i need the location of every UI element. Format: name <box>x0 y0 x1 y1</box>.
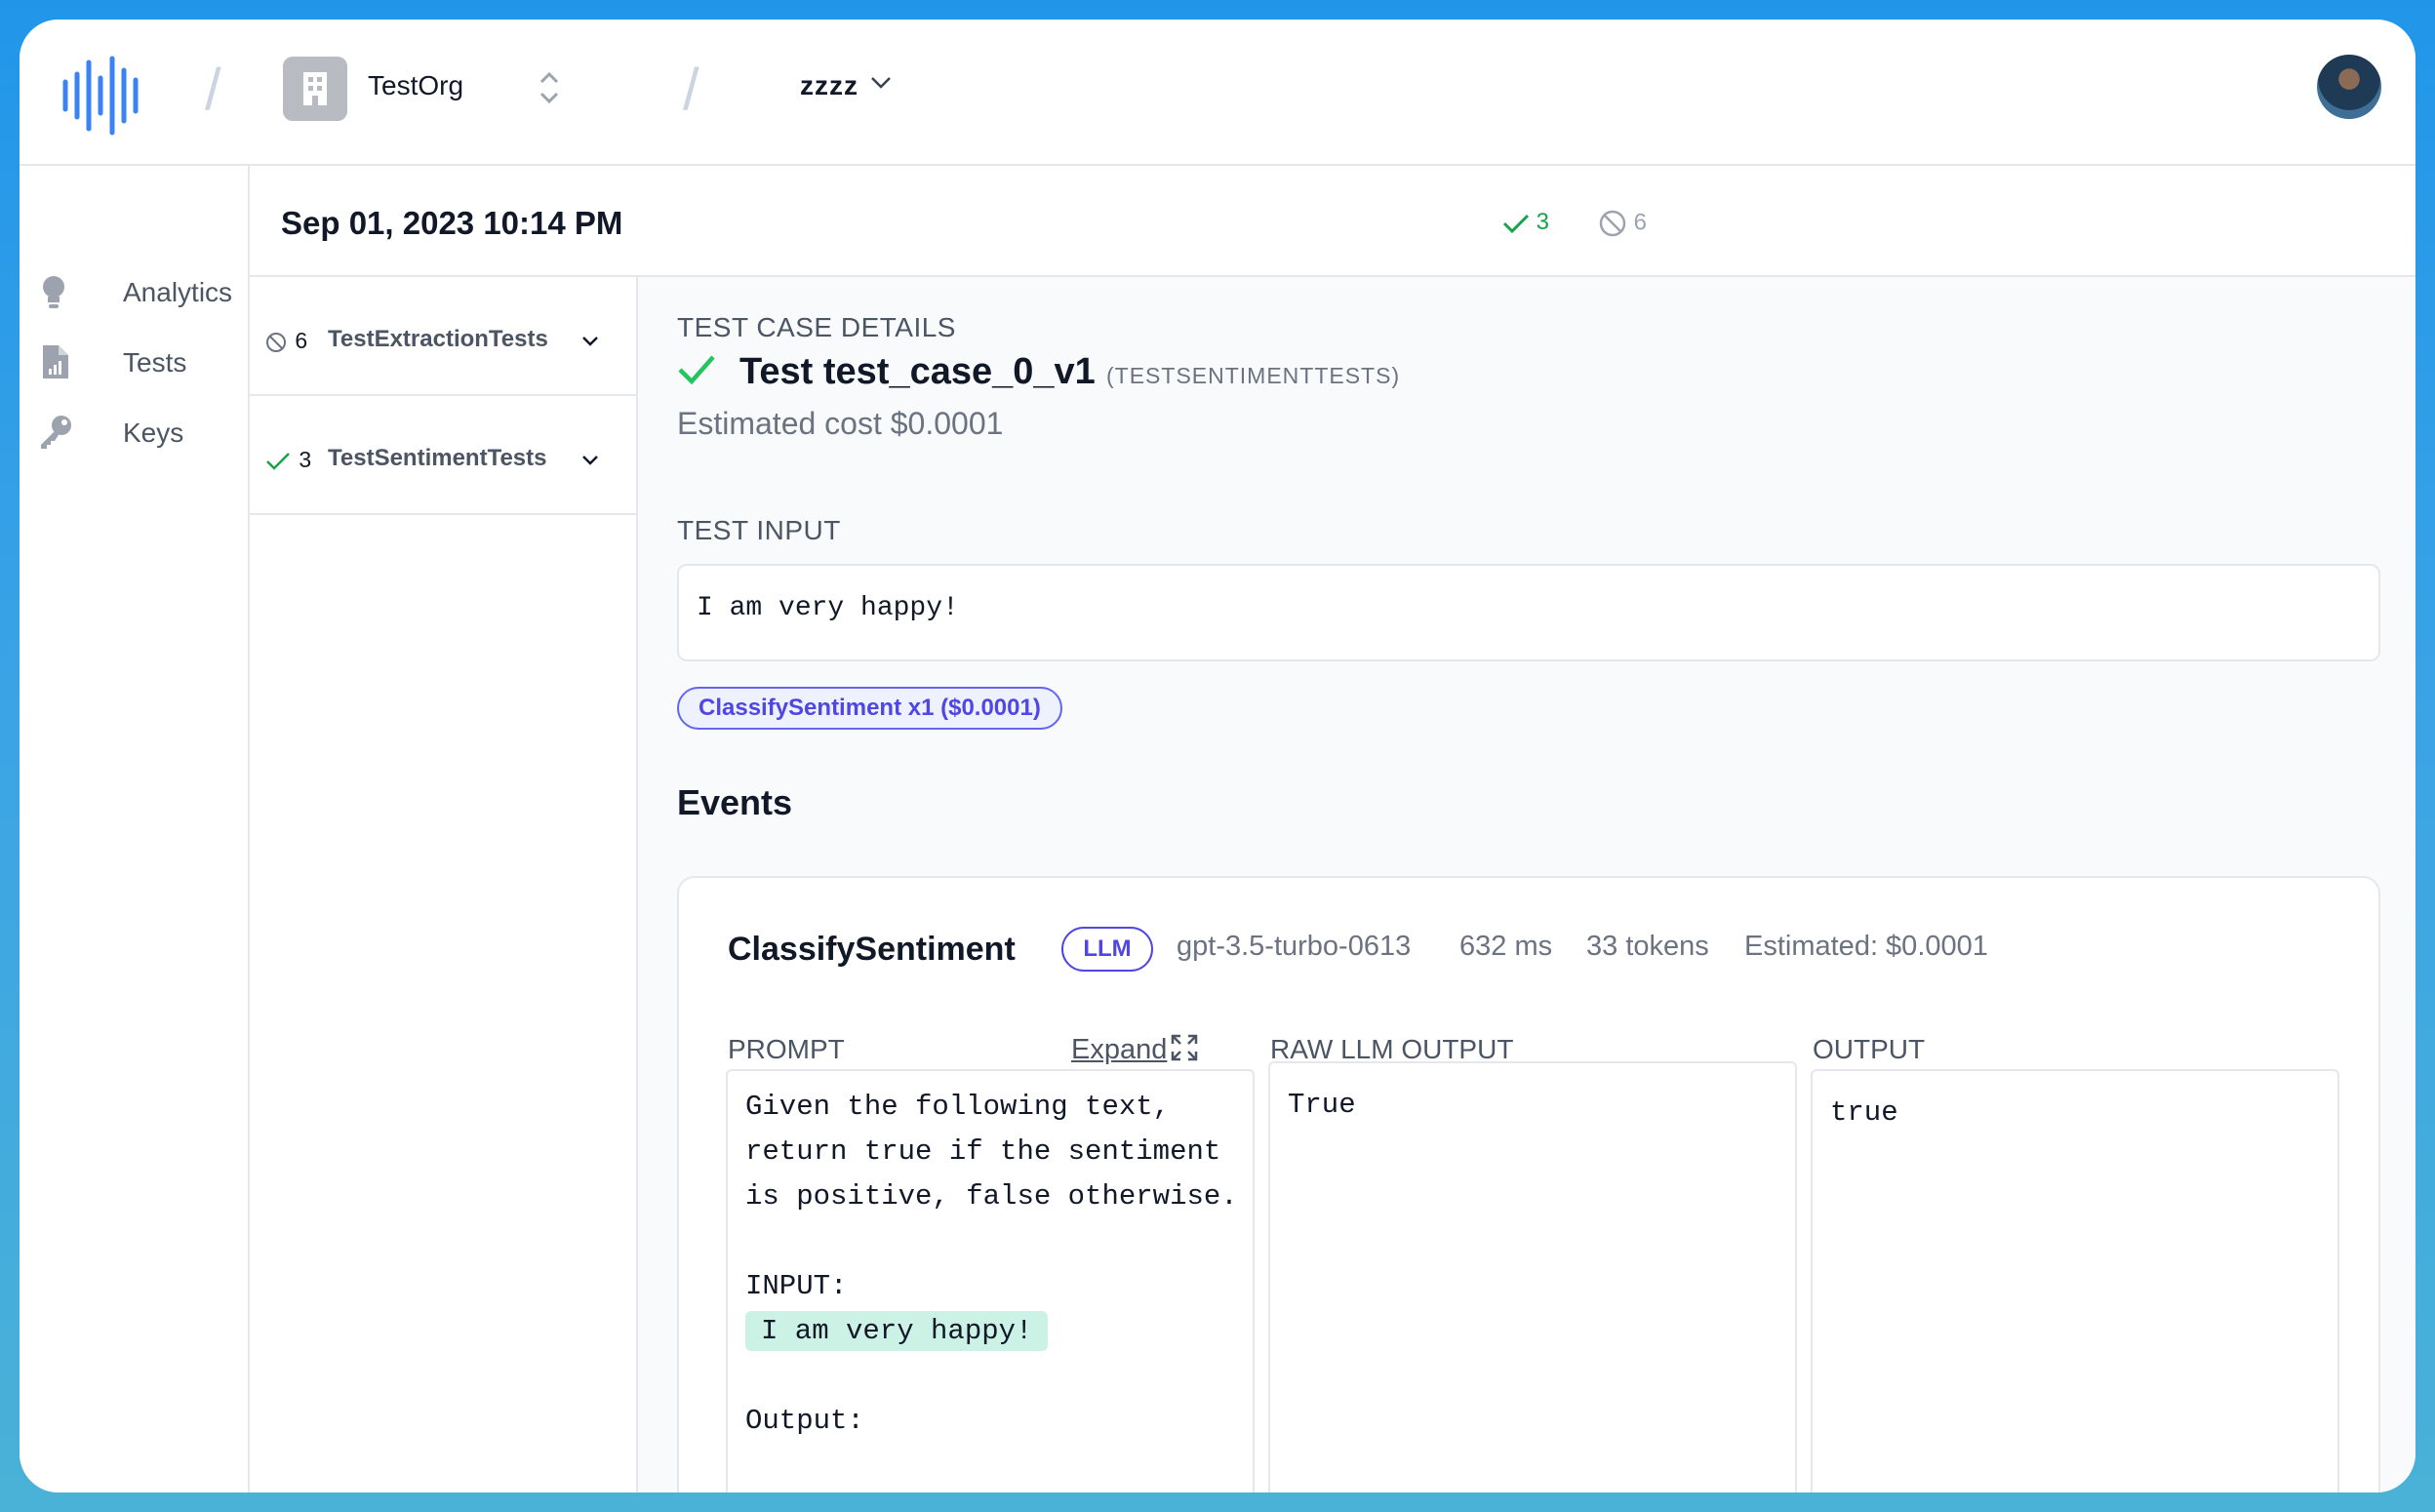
breadcrumb-separator: / <box>205 57 221 122</box>
suite-count: 3 <box>299 447 312 472</box>
suite-name: TestExtractionTests <box>328 326 548 352</box>
output-text: true <box>1830 1096 1898 1129</box>
chevron-down-icon[interactable] <box>581 336 599 347</box>
passed-count: 3 <box>1502 209 1549 236</box>
suite-count: 6 <box>295 328 308 353</box>
sidebar: Analytics Tests Keys <box>20 166 250 1492</box>
expand-icon[interactable] <box>1169 1032 1200 1063</box>
raw-output-panel: True <box>1268 1061 1797 1492</box>
chevron-up-down-icon[interactable] <box>537 68 562 107</box>
event-name: ClassifySentiment <box>728 931 1016 968</box>
sidebar-item-label: Analytics <box>123 277 233 307</box>
prompt-label: PROMPT <box>728 1034 845 1064</box>
event-model: gpt-3.5-turbo-0613 <box>1177 931 1412 962</box>
passed-count-value: 3 <box>1536 209 1550 235</box>
section-label: TEST INPUT <box>677 515 841 545</box>
sidebar-item-label: Tests <box>123 347 187 378</box>
check-icon <box>1502 214 1530 233</box>
org-selector[interactable]: TestOrg <box>368 70 463 101</box>
prompt-line: Given the following text, <box>745 1091 1171 1123</box>
suite-row-sentiment[interactable]: 3 TestSentimentTests <box>250 396 636 515</box>
suite-status: 6 <box>265 328 307 354</box>
skip-icon <box>266 332 286 352</box>
test-title: Test test_case_0_v1 <box>739 351 1096 392</box>
output-panel: true <box>1811 1069 2339 1492</box>
prompt-panel: Given the following text, return true if … <box>726 1069 1255 1492</box>
run-date: Sep 01, 2023 10:14 PM <box>281 205 623 241</box>
prompt-line: INPUT: <box>745 1270 848 1302</box>
prompt-blank-line <box>745 1219 1238 1264</box>
prompt-blank-line <box>745 1354 1238 1399</box>
raw-output-text: True <box>1288 1089 1356 1121</box>
key-icon <box>41 416 71 449</box>
expand-link[interactable]: Expand <box>1071 1034 1167 1066</box>
prompt-text: Given the following text, return true if … <box>745 1085 1238 1444</box>
event-estimated-cost: Estimated: $0.0001 <box>1744 931 1988 962</box>
breadcrumb-separator: / <box>683 57 699 122</box>
run-header: Sep 01, 2023 10:14 PM 3 6 <box>250 166 2415 277</box>
test-suites-list: 6 TestExtractionTests 3 TestSentimentTes… <box>250 277 638 1492</box>
file-chart-icon <box>43 345 68 378</box>
prompt-line: Output: <box>745 1405 864 1437</box>
section-label: TEST CASE DETAILS <box>677 312 956 342</box>
check-icon <box>266 453 290 470</box>
project-selector[interactable]: zzzz <box>800 70 858 101</box>
check-icon <box>678 355 715 385</box>
sidebar-item-tests[interactable]: Tests <box>37 338 242 386</box>
suite-row-extraction[interactable]: 6 TestExtractionTests <box>250 277 636 396</box>
skipped-count: 6 <box>1598 209 1647 238</box>
suite-name: TestSentimentTests <box>328 445 547 471</box>
chevron-down-icon[interactable] <box>581 455 599 466</box>
test-input-box: I am very happy! <box>677 564 2380 661</box>
function-chip[interactable]: ClassifySentiment x1 ($0.0001) <box>677 687 1062 730</box>
suite-status: 3 <box>265 447 311 473</box>
test-cost: Estimated cost $0.0001 <box>677 406 1004 441</box>
top-bar: / TestOrg / zzzz <box>20 20 2415 166</box>
logo-icon[interactable] <box>60 55 148 137</box>
app-window: / TestOrg / zzzz Analytics Tests Keys Se… <box>20 20 2415 1492</box>
event-latency: 632 ms <box>1459 931 1553 962</box>
sidebar-item-keys[interactable]: Keys <box>37 408 242 457</box>
llm-badge: LLM <box>1061 927 1153 972</box>
event-card: ClassifySentiment LLM gpt-3.5-turbo-0613… <box>677 876 2380 1492</box>
avatar[interactable] <box>2317 55 2381 119</box>
sidebar-item-label: Keys <box>123 418 184 448</box>
test-suite-name: (TESTSENTIMENTTESTS) <box>1106 363 1401 388</box>
test-input-value: I am very happy! <box>697 593 959 623</box>
skip-icon <box>1599 210 1626 237</box>
event-tokens: 33 tokens <box>1586 931 1709 962</box>
prompt-input-highlight: I am very happy! <box>745 1311 1049 1351</box>
prompt-line: is positive, false otherwise. <box>745 1180 1238 1213</box>
prompt-line: return true if the sentiment <box>745 1135 1221 1168</box>
events-heading: Events <box>677 782 793 822</box>
sidebar-item-analytics[interactable]: Analytics <box>37 267 242 316</box>
output-label: OUTPUT <box>1813 1034 1926 1064</box>
test-case-details: TEST CASE DETAILS Test test_case_0_v1 (T… <box>638 277 2415 1492</box>
chevron-down-icon[interactable] <box>870 76 892 90</box>
lightbulb-icon <box>43 276 64 308</box>
building-icon <box>283 57 347 121</box>
skipped-count-value: 6 <box>1633 209 1648 236</box>
